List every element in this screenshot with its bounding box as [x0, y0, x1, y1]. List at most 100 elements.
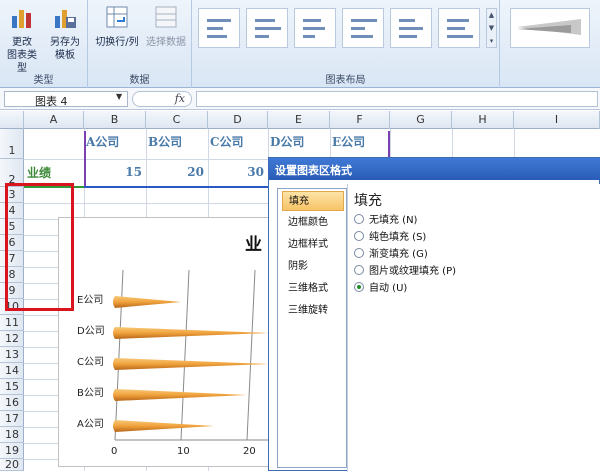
column-header[interactable]: B — [84, 111, 146, 129]
row-header[interactable]: 17 — [0, 411, 24, 427]
layout-thumb-3[interactable] — [294, 8, 336, 48]
radio-icon — [354, 265, 364, 275]
nav-shadow[interactable]: 阴影 — [282, 257, 344, 277]
chart-style-thumb[interactable] — [510, 8, 590, 48]
nav-highlight-box — [5, 183, 74, 311]
radio-icon — [354, 214, 364, 224]
column-header[interactable]: F — [330, 111, 390, 129]
row-header[interactable]: 14 — [0, 363, 24, 379]
column-headers: A B C D E F G H I — [0, 111, 600, 129]
dialog-title: 设置图表区格式 — [269, 158, 600, 180]
gallery-scroll[interactable]: ▲ ▼ ▾ — [486, 8, 497, 48]
value-cell[interactable]: 15 — [84, 165, 142, 179]
save-as-template-label: 另存为 模板 — [50, 37, 80, 61]
save-as-template-button[interactable]: 另存为 模板 — [46, 4, 84, 62]
option-no-fill[interactable]: 无填充 (N) — [354, 214, 417, 230]
row-header[interactable]: 12 — [0, 331, 24, 347]
column-header[interactable]: A — [24, 111, 84, 129]
row-header[interactable]: 11 — [0, 315, 24, 331]
layout-group: ▲ ▼ ▾ 图表布局 — [192, 0, 500, 88]
nav-3d-rotation[interactable]: 三维旋转 — [282, 301, 344, 321]
type-group-label: 类型 — [33, 75, 54, 86]
formula-input[interactable] — [196, 91, 598, 107]
row-label-cell[interactable]: 业绩 — [27, 164, 51, 181]
dialog-nav: 填充 边框颜色 边框样式 阴影 三维格式 三维旋转 — [277, 188, 347, 468]
layout-thumb-1[interactable] — [198, 8, 240, 48]
category-label: B公司 — [77, 388, 104, 399]
save-template-icon — [55, 10, 76, 28]
cone-bar[interactable] — [113, 296, 181, 308]
cone-bar[interactable] — [113, 389, 247, 401]
option-label: 图片或纹理填充 (P) — [369, 266, 457, 277]
switch-row-col-icon — [106, 6, 128, 28]
category-label: C公司 — [77, 357, 104, 368]
axis-tick: 0 — [111, 446, 118, 457]
switch-row-column-label: 切换行/列 — [95, 37, 139, 48]
chart-area[interactable]: 业 E公司 D公司 C公司 B公司 A公司 0 10 20 — [58, 217, 273, 467]
layout-thumb-5[interactable] — [390, 8, 432, 48]
radio-icon — [354, 248, 364, 258]
radio-selected-icon — [354, 282, 364, 292]
cone-bar[interactable] — [113, 358, 269, 370]
header-cell[interactable]: B公司 — [148, 133, 182, 150]
option-picture-fill[interactable]: 图片或纹理填充 (P) — [354, 265, 456, 281]
row-header[interactable]: 20 — [0, 459, 24, 471]
select-all-corner[interactable] — [0, 111, 24, 129]
option-label: 自动 (U) — [369, 283, 408, 294]
nav-3d-format[interactable]: 三维格式 — [282, 279, 344, 299]
value-cell[interactable]: 20 — [146, 165, 204, 179]
cone-bar[interactable] — [113, 327, 269, 339]
style-group — [500, 0, 600, 88]
layout-thumb-2[interactable] — [246, 8, 288, 48]
column-header[interactable]: I — [514, 111, 600, 129]
gridline — [180, 269, 190, 441]
column-header[interactable]: E — [268, 111, 330, 129]
row-header[interactable]: 13 — [0, 347, 24, 363]
axis-tick: 20 — [243, 446, 256, 457]
layout-group-label: 图表布局 — [325, 75, 366, 86]
option-automatic[interactable]: 自动 (U) — [354, 282, 407, 298]
insert-function-button[interactable]: fx — [132, 91, 192, 107]
cone-style-icon — [517, 19, 581, 35]
option-label: 渐变填充 (G) — [369, 249, 428, 260]
header-cell[interactable]: A公司 — [86, 133, 119, 150]
gridline — [114, 269, 124, 441]
row-header[interactable]: 18 — [0, 427, 24, 443]
header-cell[interactable]: C公司 — [210, 133, 244, 150]
nav-border-color[interactable]: 边框颜色 — [282, 213, 344, 233]
row-header[interactable]: 16 — [0, 395, 24, 411]
value-cell[interactable]: 30 — [208, 165, 264, 179]
column-header[interactable]: C — [146, 111, 208, 129]
chart-plot — [113, 269, 273, 441]
type-group: 更改 图表类型 另存为 模板 类型 — [0, 0, 88, 88]
option-gradient-fill[interactable]: 渐变填充 (G) — [354, 248, 428, 264]
range-marker-right — [388, 131, 390, 159]
column-header[interactable]: D — [208, 111, 268, 129]
nav-border-style[interactable]: 边框样式 — [282, 235, 344, 255]
layout-thumb-4[interactable] — [342, 8, 384, 48]
layout-thumb-6[interactable] — [438, 8, 480, 48]
nav-fill[interactable]: 填充 — [282, 191, 344, 211]
option-label: 无填充 (N) — [369, 215, 418, 226]
select-data-button[interactable]: 选择数据 — [142, 4, 190, 49]
row-header[interactable]: 19 — [0, 443, 24, 459]
gridline — [246, 269, 256, 441]
switch-row-column-button[interactable]: 切换行/列 — [92, 4, 142, 49]
header-cell[interactable]: D公司 — [270, 133, 304, 150]
name-box-dropdown-icon[interactable]: ▼ — [116, 92, 122, 101]
cone-bar[interactable] — [113, 420, 214, 432]
category-label: E公司 — [77, 295, 104, 306]
format-chart-area-dialog: 设置图表区格式 填充 边框颜色 边框样式 阴影 三维格式 三维旋转 填充 无填充… — [268, 157, 600, 472]
change-chart-type-button[interactable]: 更改 图表类型 — [4, 4, 40, 75]
name-box[interactable]: 图表 4 — [4, 91, 128, 108]
header-cell[interactable]: E公司 — [332, 133, 365, 150]
axis-tick: 10 — [177, 446, 190, 457]
data-group: 切换行/列 选择数据 数据 — [88, 0, 192, 88]
range-marker-values — [84, 186, 270, 188]
column-header[interactable]: H — [452, 111, 514, 129]
row-header[interactable]: 1 — [0, 129, 24, 159]
column-header[interactable]: G — [390, 111, 452, 129]
row-header[interactable]: 15 — [0, 379, 24, 395]
category-label: D公司 — [77, 326, 105, 337]
option-solid-fill[interactable]: 纯色填充 (S) — [354, 231, 426, 247]
